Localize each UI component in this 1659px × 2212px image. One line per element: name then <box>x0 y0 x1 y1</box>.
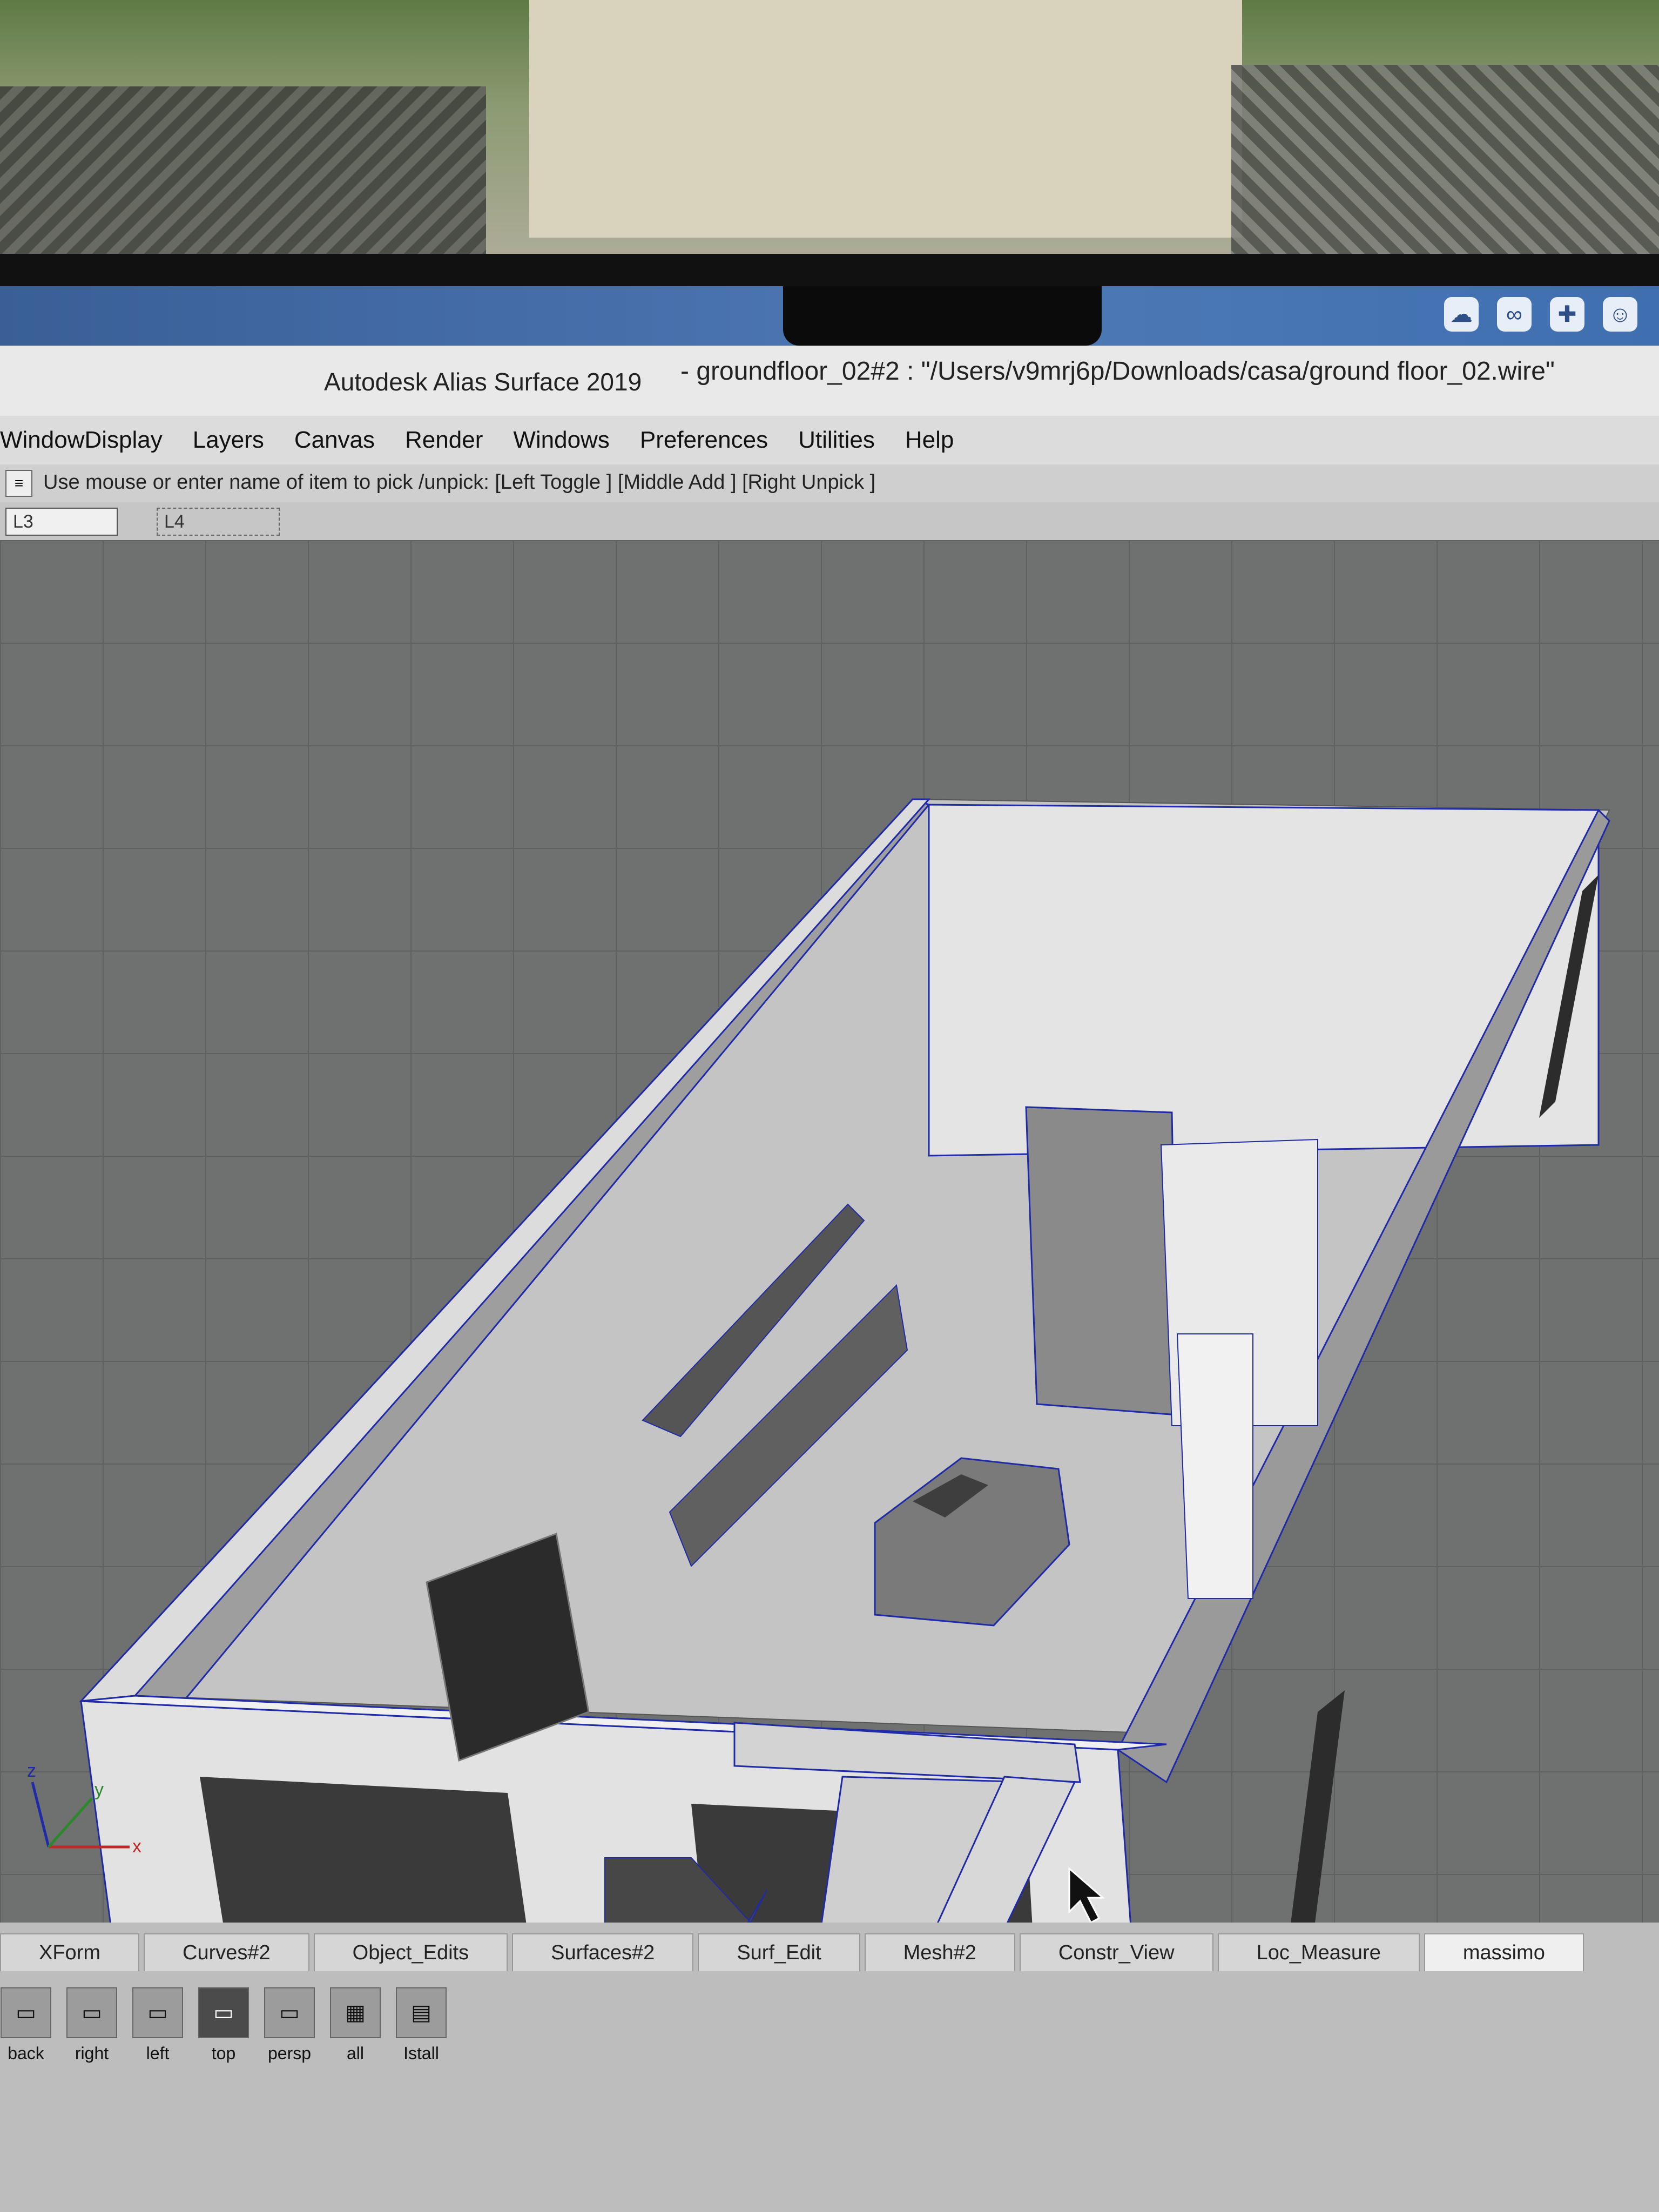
quad-view-icon: ▦ <box>330 1987 381 2038</box>
macos-menubar: ☁ ∞ ✚ ☺ <box>0 286 1659 346</box>
perspective-viewport[interactable]: z x y <box>0 540 1659 1923</box>
tool-persp-label: persp <box>267 2044 312 2063</box>
tool-top-label: top <box>211 2044 236 2063</box>
tool-istall[interactable]: ▤ Istall <box>395 1987 447 2063</box>
car-left-icon: ▭ <box>132 1987 183 2038</box>
room-model: z x y <box>27 798 1610 1923</box>
tab-constr-view[interactable]: Constr_View <box>1019 1933 1213 1971</box>
menu-windows[interactable]: Windows <box>513 427 610 454</box>
x-axis-label: x <box>132 1836 141 1857</box>
tool-top[interactable]: ▭ top <box>198 1987 249 2063</box>
menu-layers[interactable]: Layers <box>193 427 264 454</box>
layer-l4[interactable]: L4 <box>157 508 280 536</box>
tool-right[interactable]: ▭ right <box>66 1987 118 2063</box>
menubar: WindowDisplay Layers Canvas Render Windo… <box>0 416 1659 466</box>
car-top-icon: ▭ <box>198 1987 249 2038</box>
laptop-screen: ☁ ∞ ✚ ☺ Autodesk Alias Surface 2019 - gr… <box>0 286 1659 2212</box>
menu-utilities[interactable]: Utilities <box>798 427 875 454</box>
install-icon: ▤ <box>396 1987 447 2038</box>
tab-curves2[interactable]: Curves#2 <box>144 1933 309 1971</box>
y-axis <box>48 1797 93 1848</box>
z-axis <box>31 1782 50 1847</box>
tool-istall-label: Istall <box>403 2044 439 2063</box>
tab-surf-edit[interactable]: Surf_Edit <box>698 1933 860 1971</box>
tool-back[interactable]: ▭ back <box>0 1987 52 2063</box>
menu-help[interactable]: Help <box>905 427 954 454</box>
prompt-text: Use mouse or enter name of item to pick … <box>43 471 876 494</box>
prompt-line[interactable]: ≡ Use mouse or enter name of item to pic… <box>0 464 1659 503</box>
prompt-history-icon[interactable]: ≡ <box>5 470 32 497</box>
menu-windowdisplay[interactable]: WindowDisplay <box>0 427 163 454</box>
cloud-sync-icon[interactable]: ☁ <box>1444 297 1479 332</box>
menu-preferences[interactable]: Preferences <box>640 427 768 454</box>
camera-notch <box>783 286 1102 346</box>
tool-all[interactable]: ▦ all <box>329 1987 381 2063</box>
plus-icon[interactable]: ✚ <box>1550 297 1584 332</box>
tab-mesh2[interactable]: Mesh#2 <box>864 1933 1015 1971</box>
tab-surfaces2[interactable]: Surfaces#2 <box>512 1933 694 1971</box>
layer-bar: L3 L4 <box>0 502 1659 541</box>
car-persp-icon: ▭ <box>264 1987 315 2038</box>
tool-persp[interactable]: ▭ persp <box>264 1987 315 2063</box>
z-axis-label: z <box>27 1761 36 1781</box>
file-title: - groundfloor_02#2 : "/Users/v9mrj6p/Dow… <box>680 357 1555 386</box>
tool-left-label: left <box>146 2044 170 2063</box>
tab-loc-measure[interactable]: Loc_Measure <box>1217 1933 1420 1971</box>
tool-all-label: all <box>346 2044 364 2063</box>
layer-l3[interactable]: L3 <box>5 508 118 536</box>
tool-right-label: right <box>75 2044 109 2063</box>
window-titlebar: Autodesk Alias Surface 2019 - groundfloo… <box>0 346 1659 417</box>
car-back-icon: ▭ <box>1 1987 51 2038</box>
tab-xform[interactable]: XForm <box>0 1933 139 1971</box>
app-title: Autodesk Alias Surface 2019 <box>324 368 642 396</box>
link-icon[interactable]: ∞ <box>1497 297 1532 332</box>
car-right-icon: ▭ <box>66 1987 117 2038</box>
users-icon[interactable]: ☺ <box>1603 297 1637 332</box>
tab-object-edits[interactable]: Object_Edits <box>313 1933 508 1971</box>
tab-massimo[interactable]: massimo <box>1424 1933 1584 1971</box>
tool-back-label: back <box>8 2044 44 2063</box>
tool-left[interactable]: ▭ left <box>132 1987 184 2063</box>
menu-render[interactable]: Render <box>405 427 483 454</box>
shelf-palette: XForm Curves#2 Object_Edits Surfaces#2 S… <box>0 1923 1659 2212</box>
menu-canvas[interactable]: Canvas <box>294 427 375 454</box>
cushion <box>529 0 1242 238</box>
y-axis-label: y <box>95 1779 104 1800</box>
